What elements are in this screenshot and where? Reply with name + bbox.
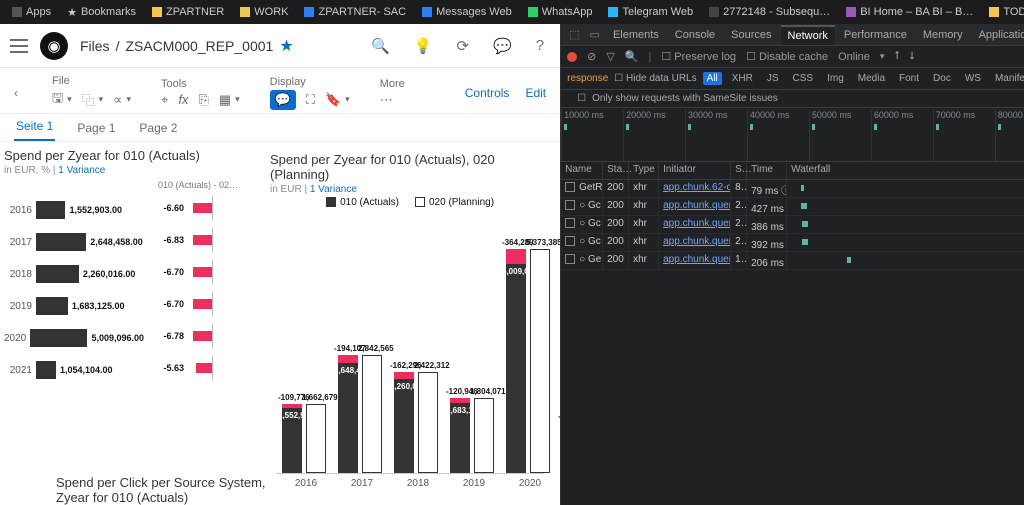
filter-font[interactable]: Font [895,72,923,85]
filter-input[interactable]: response [567,73,608,84]
network-row[interactable]: ○ Ge…200xhrapp.chunk.quer…1…206 ms ⓘ [561,252,1024,270]
bookmark-item[interactable]: WORK [234,6,294,18]
clear-icon[interactable]: ⊘ [587,50,596,63]
network-table-body: GetR…200xhrapp.chunk.62-ci…8…79 ms ⓘ○ Gc… [561,180,1024,270]
bookmark-apps[interactable]: Apps [6,6,57,18]
bookmark-item[interactable]: TODO [983,6,1024,18]
help-icon[interactable]: ? [530,37,550,54]
network-row[interactable]: ○ Gc…200xhrapp.chunk.quer…2…392 ms ⓘ [561,234,1024,252]
filter-js[interactable]: JS [763,72,783,85]
filter-media[interactable]: Media [854,72,889,85]
download-icon[interactable]: ⭣ [910,50,915,63]
dt-tab-memory[interactable]: Memory [916,26,970,44]
bookmark-item[interactable]: 2772148 - Subsequ… [703,6,836,18]
bookmark-item[interactable]: ZPARTNER [146,6,230,18]
bookmark-item[interactable]: ★ Bookmarks [61,6,142,19]
breadcrumb: Files / ZSACM000_REP_0001 ★ [80,36,294,56]
chart2-plot: -109,7761,552,9031,662,6792016-194,1072,… [276,214,544,474]
variance-link[interactable]: 1 Variance [310,184,357,195]
dt-tab-sources[interactable]: Sources [724,26,778,44]
favorite-star-icon[interactable]: ★ [279,36,293,56]
devtools-panel: ⬚ ▭ Elements Console Sources Network Per… [561,24,1024,505]
copy-icon[interactable]: ⿻ [82,90,95,109]
tab-seite1[interactable]: Seite 1 [14,113,55,141]
filter-img[interactable]: Img [823,72,848,85]
prompt-icon[interactable]: ⌖ [161,92,168,108]
network-row[interactable]: GetR…200xhrapp.chunk.62-ci…8…79 ms ⓘ [561,180,1024,198]
filter-ws[interactable]: WS [961,72,985,85]
menu-tools-label: Tools [161,78,240,90]
chart2-legend: 010 (Actuals) 020 (Planning) [270,197,550,208]
bookmark-view-icon[interactable]: 🔖 [325,92,341,108]
throttle-select[interactable]: Online [838,51,870,63]
inspect-icon[interactable]: ⬚ [565,28,583,41]
save-icon[interactable]: 🖫 [52,89,63,111]
devtools-filter-row: response ☐ Hide data URLs All XHR JS CSS… [561,68,1024,90]
insight-icon[interactable]: 💡 [408,37,439,55]
tab-page2[interactable]: Page 2 [137,115,179,141]
dt-tab-elements[interactable]: Elements [606,26,666,44]
dt-tab-performance[interactable]: Performance [837,26,914,44]
bookmark-item[interactable]: BI Home – BA BI – B… [840,6,979,18]
page-tabs: Seite 1 Page 1 Page 2 [0,114,560,142]
fullscreen-icon[interactable]: ⛶ [306,92,315,108]
variance-link[interactable]: 1 Variance [58,165,105,176]
chart1-plot: 010 (Actuals) - 02… -6.60-6.83-6.70-6.70… [4,176,254,386]
grid-icon[interactable]: ▦ [219,92,231,108]
back-icon[interactable]: ‹ [14,86,22,100]
comment-mode-icon[interactable]: 💬 [270,90,296,110]
menu-icon[interactable] [10,39,28,53]
breadcrumb-file[interactable]: ZSACM000_REP_0001 [125,38,273,54]
share-icon[interactable]: ∝ [113,92,122,108]
edit-link[interactable]: Edit [525,86,546,100]
toolbar: ‹ File 🖫▾ ⿻▾ ∝▾ Tools ⌖ fx ⎘ ▦▾ Di [0,68,560,114]
discuss-icon[interactable]: 💬 [487,37,518,55]
network-table-header: Name Sta… Type Initiator S… Time Waterfa… [561,162,1024,180]
filter-xhr[interactable]: XHR [728,72,757,85]
filter-all[interactable]: All [703,72,722,85]
chart1-title: Spend per Zyear for 010 (Actuals) [4,148,260,163]
fx-icon[interactable]: fx [178,92,188,107]
dt-tab-network[interactable]: Network [781,25,835,45]
app-panel: ◉ Files / ZSACM000_REP_0001 ★ 🔍 💡 ⟳ 💬 ? … [0,24,561,505]
bookmark-item[interactable]: Messages Web [416,6,518,18]
bookmark-item[interactable]: Telegram Web [602,6,699,18]
browser-bookmark-bar: Apps ★ Bookmarks ZPARTNER WORK ZPARTNER-… [0,0,1024,24]
filter-doc[interactable]: Doc [929,72,955,85]
upload-icon[interactable]: ⭡ [894,50,899,63]
bookmark-item[interactable]: WhatsApp [522,6,599,18]
avatar[interactable]: ◉ [40,32,68,60]
device-icon[interactable]: ▭ [586,28,604,41]
menu-display-label: Display [270,76,350,88]
dt-tab-console[interactable]: Console [668,26,722,44]
filter-css[interactable]: CSS [789,72,818,85]
samesite-filter[interactable]: Only show requests with SameSite issues [592,93,778,104]
search-icon[interactable]: 🔍 [625,50,639,63]
network-timeline[interactable]: 10000 ms20000 ms30000 ms40000 ms50000 ms… [561,108,1024,162]
chart2-title: Spend per Zyear for 010 (Actuals), 020 (… [270,152,550,182]
more-icon[interactable]: ⋯ [380,92,393,108]
network-row[interactable]: ○ Gc…200xhrapp.chunk.quer…2…427 ms ⓘ [561,198,1024,216]
menu-file-label: File [52,75,131,87]
refresh-icon[interactable]: ⟳ [451,37,476,55]
tab-page1[interactable]: Page 1 [75,115,117,141]
filter-manifest[interactable]: Manifest [991,72,1024,85]
record-icon[interactable] [567,52,577,62]
devtools-tabs: ⬚ ▭ Elements Console Sources Network Per… [561,24,1024,46]
chart1-subtitle: in EUR, % | 1 Variance [4,165,260,176]
network-row[interactable]: ○ Gc…200xhrapp.chunk.quer…2…386 ms ⓘ [561,216,1024,234]
app-header: ◉ Files / ZSACM000_REP_0001 ★ 🔍 💡 ⟳ 💬 ? [0,24,560,68]
search-icon[interactable]: 🔍 [365,37,396,55]
breadcrumb-root[interactable]: Files [80,38,110,54]
chart2: Spend per Zyear for 010 (Actuals), 020 (… [270,152,550,472]
chart2-subtitle: in EUR | 1 Variance [270,184,550,195]
controls-link[interactable]: Controls [465,86,510,100]
dt-tab-application[interactable]: Application [972,26,1024,44]
filter-icon[interactable]: ▽ [606,50,614,63]
link-icon[interactable]: ⎘ [198,92,208,108]
bookmark-item[interactable]: ZPARTNER- SAC [298,6,412,18]
chart3-title: Spend per Click per Source System, Zyear… [56,475,276,505]
devtools-toolbar: ⊘ ▽ 🔍 | ☐ Preserve log ☐ Disable cache O… [561,46,1024,68]
menu-more-label: More [380,78,405,90]
